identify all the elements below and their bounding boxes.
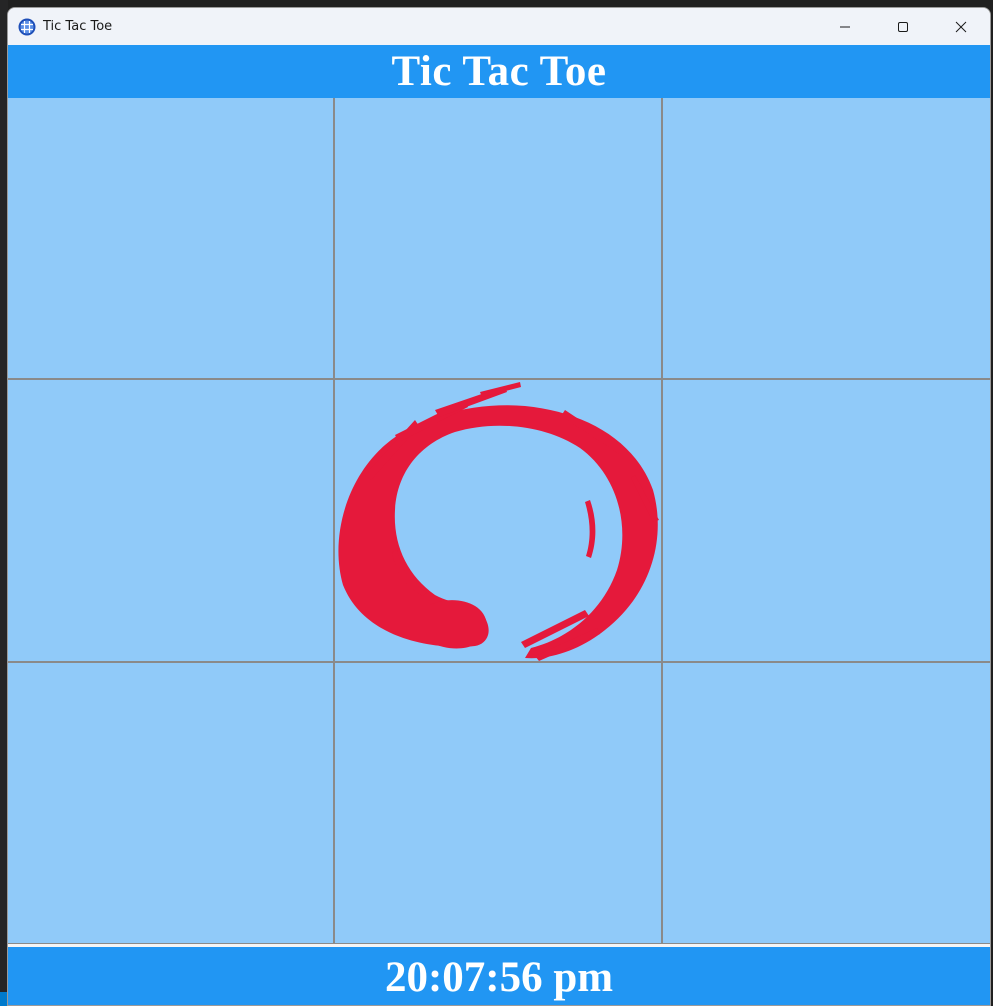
minimize-button[interactable] (816, 8, 874, 45)
board-cell-8[interactable] (335, 663, 661, 943)
board-cell-2[interactable] (335, 98, 661, 378)
maximize-button[interactable] (874, 8, 932, 45)
close-icon (955, 21, 967, 32)
board-cell-7[interactable] (8, 663, 333, 943)
o-mark-icon (338, 382, 659, 661)
game-footer: 20:07:56 pm (8, 947, 990, 1005)
tic-tac-toe-grid-icon (18, 18, 36, 36)
board-cell-1[interactable] (8, 98, 333, 378)
board-cell-4[interactable] (8, 380, 333, 661)
board-cell-6[interactable] (663, 380, 990, 661)
board-cell-3[interactable] (663, 98, 990, 378)
board-cell-5[interactable] (335, 380, 661, 661)
clock-display: 20:07:56 pm (384, 953, 614, 1001)
game-board (8, 98, 990, 944)
game-title: Tic Tac Toe (391, 48, 607, 95)
window-controls (816, 8, 990, 45)
board-cell-9[interactable] (663, 663, 990, 943)
minimize-icon (840, 26, 850, 27)
maximize-icon (898, 21, 908, 32)
close-button[interactable] (932, 8, 990, 45)
title-bar[interactable]: Tic Tac Toe (8, 8, 990, 45)
app-window: Tic Tac Toe Tic Tac Toe 20:07:56 pm (7, 7, 991, 1006)
window-title: Tic Tac Toe (43, 19, 113, 34)
game-header: Tic Tac Toe (8, 45, 990, 98)
desktop: Tic Tac Toe Tic Tac Toe 20:07:56 pm (0, 0, 993, 1006)
